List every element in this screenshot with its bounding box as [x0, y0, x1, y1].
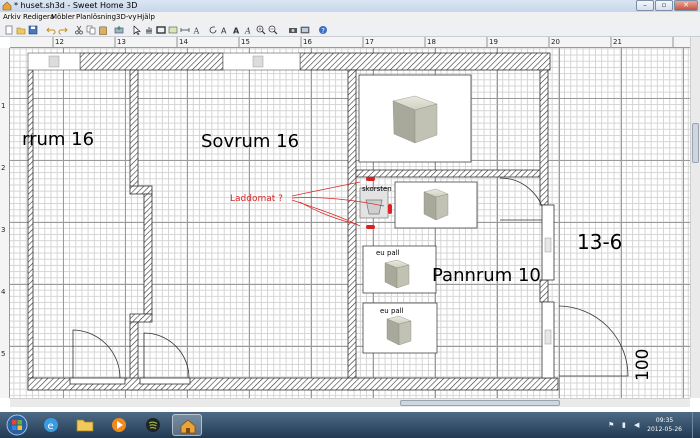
svg-text:?: ?	[321, 27, 325, 35]
floor-plan-canvas[interactable]: rrum 16 Sovrum 16 Pannrum 10 13-6 100 sk…	[10, 48, 690, 398]
ruler-label: 3	[1, 226, 6, 234]
media-player-icon	[112, 418, 126, 432]
svg-text:A: A	[244, 27, 251, 36]
font-icon[interactable]: A	[244, 25, 254, 36]
vertical-ruler: 1 2 3 4 5	[0, 48, 10, 398]
create-rooms-icon[interactable]	[168, 25, 178, 35]
horizontal-ruler: 12 13 14 15 16 17 18 19 20 21	[10, 37, 690, 48]
menu-redigera[interactable]: Redigera	[23, 12, 54, 23]
svg-text:A: A	[233, 27, 240, 36]
room-label-pannrum: Pannrum 10	[432, 265, 541, 286]
ruler-label: 2	[1, 164, 6, 172]
tray-flag-icon[interactable]: ⚑	[608, 421, 614, 429]
save-icon[interactable]	[28, 25, 38, 35]
ruler-label: 18	[427, 38, 436, 46]
text-style-icon[interactable]: A	[232, 25, 242, 36]
walls	[27, 52, 559, 391]
create-dimensions-icon[interactable]	[180, 25, 190, 35]
menu-planlosning[interactable]: Planlösning	[76, 12, 116, 23]
floor-plan-drawing	[27, 52, 629, 391]
zoom-out-icon[interactable]	[268, 25, 278, 35]
laddomat-annotation: Laddomat ?	[230, 194, 283, 204]
select-mode-icon[interactable]	[132, 25, 142, 35]
tray-volume-icon[interactable]: ◀	[634, 421, 639, 429]
ruler-label: 4	[1, 288, 6, 296]
vertical-scrollbar[interactable]	[690, 37, 700, 398]
copy-icon[interactable]	[86, 25, 96, 35]
menu-arkiv[interactable]: Arkiv	[3, 12, 21, 23]
ruler-label: 5	[1, 350, 6, 358]
ruler-label: 17	[365, 38, 374, 46]
horizontal-scroll-thumb[interactable]	[400, 400, 560, 406]
sweet-home-app-icon	[2, 1, 12, 11]
menu-hjalp[interactable]: Hjälp	[137, 12, 155, 23]
taskbar-sweet-home-3d[interactable]	[172, 414, 202, 436]
windows-taskbar: e ⚑ ▮ ◀ 09:35 2012-05-26	[0, 412, 700, 438]
taskbar-media-player[interactable]	[104, 414, 134, 436]
zoom-in-icon[interactable]	[256, 25, 266, 35]
ruler-label: 13	[117, 38, 126, 46]
room-label-sovrum: Sovrum 16	[201, 131, 300, 152]
menu-3d-vy[interactable]: 3D-vy	[116, 12, 136, 23]
room-label-13-6: 13-6	[577, 230, 623, 254]
menu-mobler[interactable]: Möbler	[51, 12, 75, 23]
skorsten-symbol	[365, 199, 383, 215]
minimize-button[interactable]: –	[636, 0, 654, 11]
cut-icon[interactable]	[74, 25, 84, 35]
title-bar: * huset.sh3d - Sweet Home 3D – ▫ ✕	[0, 0, 700, 12]
toolbar: A A A A ?	[0, 23, 700, 37]
video-icon[interactable]	[300, 25, 310, 35]
close-button[interactable]: ✕	[674, 0, 698, 11]
svg-text:A: A	[221, 27, 227, 36]
new-file-icon[interactable]	[4, 25, 14, 35]
ruler-label: 12	[55, 38, 64, 46]
ruler-label: 20	[551, 38, 560, 46]
pan-mode-icon[interactable]	[144, 25, 154, 35]
add-furniture-icon[interactable]	[114, 25, 124, 35]
ruler-label: 16	[303, 38, 312, 46]
paste-icon[interactable]	[98, 25, 108, 35]
eu-pall-label: eu pall	[380, 307, 404, 315]
menu-bar: Arkiv Redigera Möbler Planlösning 3D-vy …	[0, 12, 700, 23]
create-walls-icon[interactable]	[156, 25, 166, 35]
ruler-label: 1	[1, 102, 6, 110]
horizontal-scrollbar[interactable]	[10, 398, 690, 407]
add-text-icon[interactable]: A	[192, 25, 202, 36]
redo-icon[interactable]	[58, 25, 68, 35]
tray-network-icon[interactable]: ▮	[622, 421, 626, 429]
text-size-icon[interactable]: A	[220, 25, 230, 36]
svg-text:e: e	[48, 421, 54, 432]
ruler-label: 21	[613, 38, 622, 46]
spotify-icon	[146, 418, 160, 432]
help-icon[interactable]: ?	[318, 25, 328, 35]
camera-icon[interactable]	[288, 25, 298, 35]
dimension-label-100: 100	[633, 348, 653, 381]
taskbar-spotify[interactable]	[138, 414, 168, 436]
folder-icon	[76, 419, 94, 432]
window-title: * huset.sh3d - Sweet Home 3D	[14, 1, 138, 10]
ruler-label: 15	[241, 38, 250, 46]
ruler-label: 19	[489, 38, 498, 46]
svg-text:A: A	[193, 27, 200, 36]
vertical-scroll-thumb[interactable]	[692, 123, 699, 163]
taskbar-clock[interactable]: 09:35 2012-05-26	[647, 416, 682, 434]
taskbar-explorer[interactable]	[70, 414, 100, 436]
undo-icon[interactable]	[46, 25, 56, 35]
clock-time: 09:35	[655, 417, 674, 424]
ruler-label: 14	[179, 38, 188, 46]
eu-pall-label: eu pall	[376, 249, 400, 257]
start-button-icon[interactable]	[6, 414, 28, 436]
skorsten-label: skorsten	[362, 185, 392, 193]
internet-explorer-icon: e	[44, 418, 58, 432]
room-label-left: rrum 16	[22, 129, 95, 150]
open-folder-icon[interactable]	[16, 25, 26, 35]
sweet-home-3d-icon	[180, 419, 196, 434]
taskbar-ie[interactable]: e	[36, 414, 66, 436]
show-desktop-button[interactable]	[692, 412, 700, 438]
rotate-icon[interactable]	[208, 25, 218, 35]
clock-date: 2012-05-26	[647, 426, 682, 433]
maximize-button[interactable]: ▫	[655, 0, 673, 11]
